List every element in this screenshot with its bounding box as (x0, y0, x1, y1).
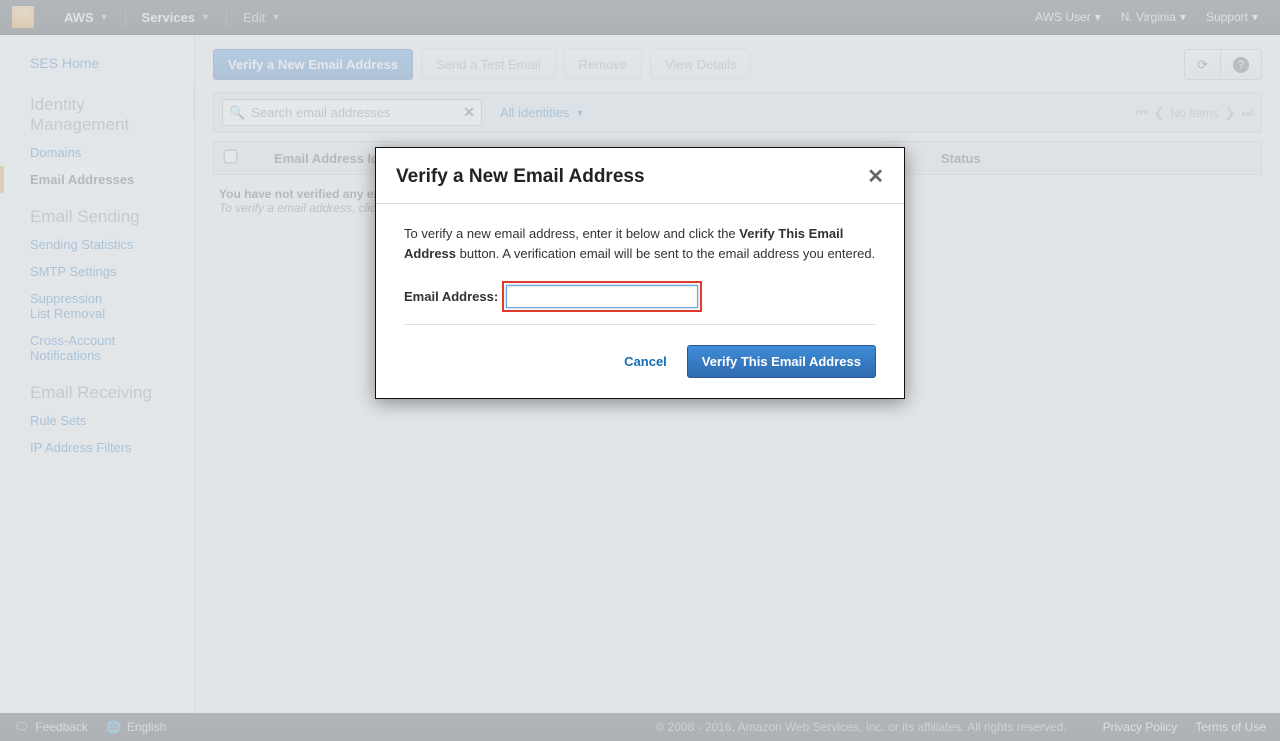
modal-desc-post: button. A verification email will be sen… (456, 246, 875, 261)
email-field-row: Email Address: (404, 281, 876, 312)
modal-title: Verify a New Email Address (396, 166, 867, 188)
modal-desc-pre: To verify a new email address, enter it … (404, 226, 739, 241)
verify-this-email-button[interactable]: Verify This Email Address (687, 345, 876, 378)
modal-header: Verify a New Email Address ✕ (376, 148, 904, 204)
modal-description: To verify a new email address, enter it … (404, 224, 876, 263)
cancel-button[interactable]: Cancel (624, 354, 667, 369)
close-icon[interactable]: ✕ (867, 164, 884, 189)
verify-email-modal: Verify a New Email Address ✕ To verify a… (375, 147, 905, 399)
modal-body: To verify a new email address, enter it … (376, 204, 904, 331)
email-input[interactable] (506, 285, 698, 308)
divider (404, 324, 876, 325)
email-field-label: Email Address: (404, 289, 498, 304)
email-input-highlight (502, 281, 702, 312)
modal-footer: Cancel Verify This Email Address (376, 331, 904, 398)
modal-overlay: Verify a New Email Address ✕ To verify a… (0, 0, 1280, 741)
